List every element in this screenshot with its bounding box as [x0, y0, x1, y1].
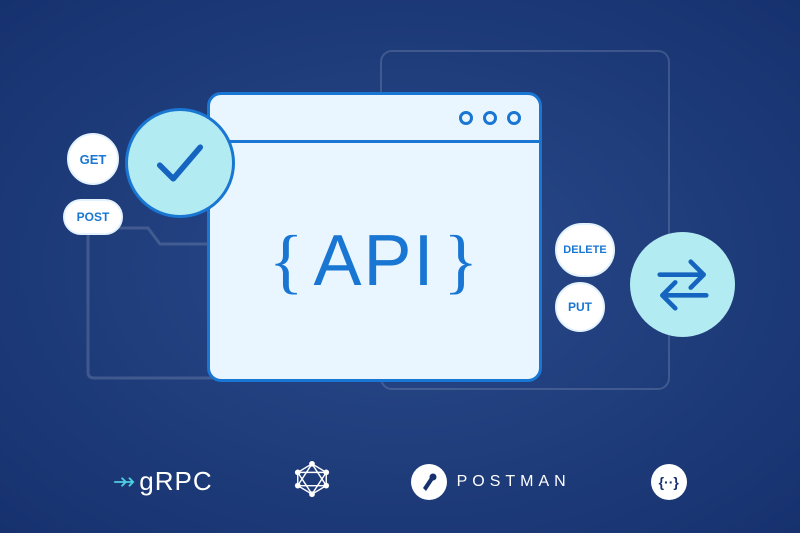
- brace-open-icon: {: [269, 220, 306, 303]
- swagger-text: {··}: [659, 474, 679, 490]
- postman-text: POSTMAN: [457, 473, 571, 491]
- swagger-logo: {··}: [651, 464, 687, 500]
- api-window: { API }: [207, 92, 542, 382]
- method-badge-delete: DELETE: [555, 223, 615, 277]
- checkmark-circle: [125, 108, 235, 218]
- method-label: PUT: [568, 300, 592, 314]
- check-icon: [153, 136, 207, 190]
- window-title-bar: [210, 95, 539, 143]
- graphql-icon: [293, 460, 331, 498]
- method-label: DELETE: [563, 244, 606, 256]
- method-label: GET: [80, 152, 107, 167]
- window-control-dot: [483, 111, 497, 125]
- window-control-dot: [459, 111, 473, 125]
- api-heading: { API }: [210, 143, 539, 379]
- postman-icon: [417, 470, 441, 494]
- postman-logo: POSTMAN: [411, 464, 571, 500]
- brace-close-icon: }: [444, 220, 481, 303]
- method-badge-post: POST: [63, 199, 123, 235]
- swap-circle: [630, 232, 735, 337]
- grpc-arrow-icon: [113, 471, 135, 493]
- window-control-dot: [507, 111, 521, 125]
- method-badge-put: PUT: [555, 282, 605, 332]
- method-badge-get: GET: [67, 133, 119, 185]
- graphql-logo: [293, 460, 331, 503]
- swap-arrows-icon: [652, 254, 714, 316]
- method-label: POST: [77, 210, 110, 224]
- grpc-logo: gRPC: [113, 466, 212, 497]
- postman-circle-icon: [411, 464, 447, 500]
- api-text: API: [313, 220, 435, 302]
- grpc-text: gRPC: [139, 466, 212, 497]
- tool-logos-row: gRPC POSTMAN {··}: [0, 460, 800, 503]
